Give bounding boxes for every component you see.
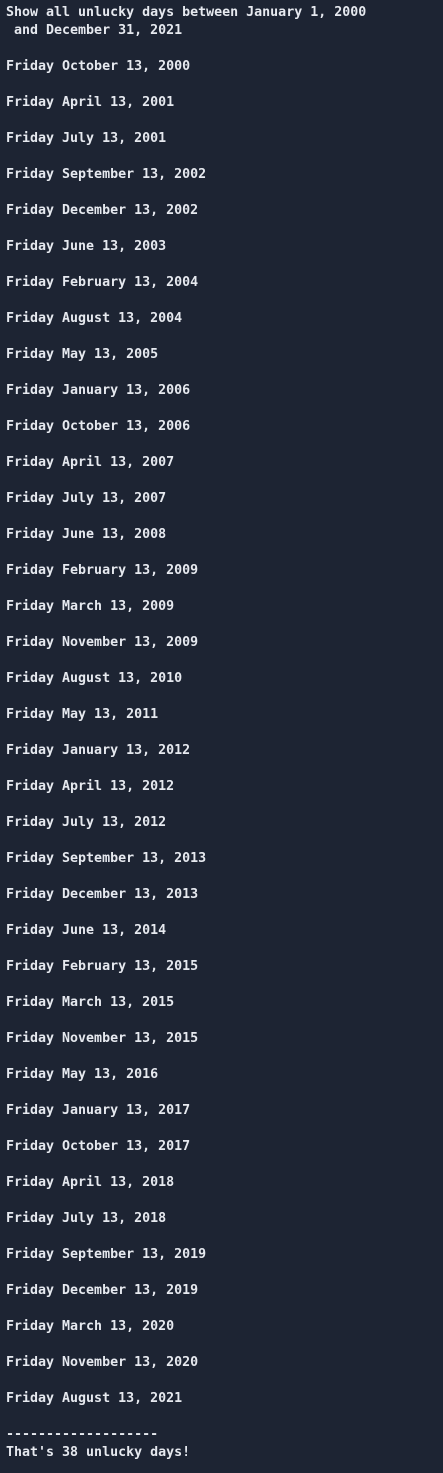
date-line: Friday April 13, 2001 [6, 95, 175, 110]
date-line: Friday November 13, 2020 [6, 1355, 199, 1370]
date-line: Friday July 13, 2018 [6, 1211, 167, 1226]
date-line: Friday April 13, 2018 [6, 1175, 175, 1190]
date-line: Friday June 13, 2003 [6, 239, 167, 254]
date-line: Friday May 13, 2016 [6, 1067, 159, 1082]
date-line: Friday November 13, 2009 [6, 635, 199, 650]
date-line: Friday April 13, 2007 [6, 455, 175, 470]
date-line: Friday March 13, 2015 [6, 995, 175, 1010]
date-line: Friday June 13, 2014 [6, 923, 167, 938]
date-line: Friday February 13, 2009 [6, 563, 199, 578]
date-line: Friday May 13, 2005 [6, 347, 159, 362]
date-line: Friday April 13, 2012 [6, 779, 175, 794]
date-line: Friday March 13, 2009 [6, 599, 175, 614]
date-line: Friday June 13, 2008 [6, 527, 167, 542]
date-line: Friday August 13, 2010 [6, 671, 183, 686]
date-line: Friday July 13, 2012 [6, 815, 167, 830]
date-line: Friday October 13, 2017 [6, 1139, 191, 1154]
date-line: Friday September 13, 2002 [6, 167, 207, 182]
date-line: Friday October 13, 2006 [6, 419, 191, 434]
separator-line: ------------------- [6, 1427, 159, 1442]
date-line: Friday August 13, 2021 [6, 1391, 183, 1406]
date-line: Friday December 13, 2002 [6, 203, 199, 218]
date-line: Friday January 13, 2017 [6, 1103, 191, 1118]
date-line: Friday December 13, 2019 [6, 1283, 199, 1298]
date-line: Friday January 13, 2006 [6, 383, 191, 398]
date-line: Friday March 13, 2020 [6, 1319, 175, 1334]
header-line-1: Show all unlucky days between January 1,… [6, 5, 367, 20]
date-line: Friday January 13, 2012 [6, 743, 191, 758]
date-line: Friday May 13, 2011 [6, 707, 159, 722]
date-line: Friday February 13, 2004 [6, 275, 199, 290]
date-line: Friday October 13, 2000 [6, 59, 191, 74]
date-line: Friday August 13, 2004 [6, 311, 183, 326]
date-line: Friday December 13, 2013 [6, 887, 199, 902]
date-line: Friday July 13, 2007 [6, 491, 167, 506]
date-line: Friday September 13, 2019 [6, 1247, 207, 1262]
header-line-2: and December 31, 2021 [6, 23, 183, 38]
summary-line: That's 38 unlucky days! [6, 1445, 191, 1460]
date-line: Friday November 13, 2015 [6, 1031, 199, 1046]
date-line: Friday July 13, 2001 [6, 131, 167, 146]
terminal-output: Show all unlucky days between January 1,… [0, 0, 443, 1473]
date-list: Friday October 13, 2000 Friday April 13, … [6, 40, 443, 1408]
date-line: Friday September 13, 2013 [6, 851, 207, 866]
date-line: Friday February 13, 2015 [6, 959, 199, 974]
